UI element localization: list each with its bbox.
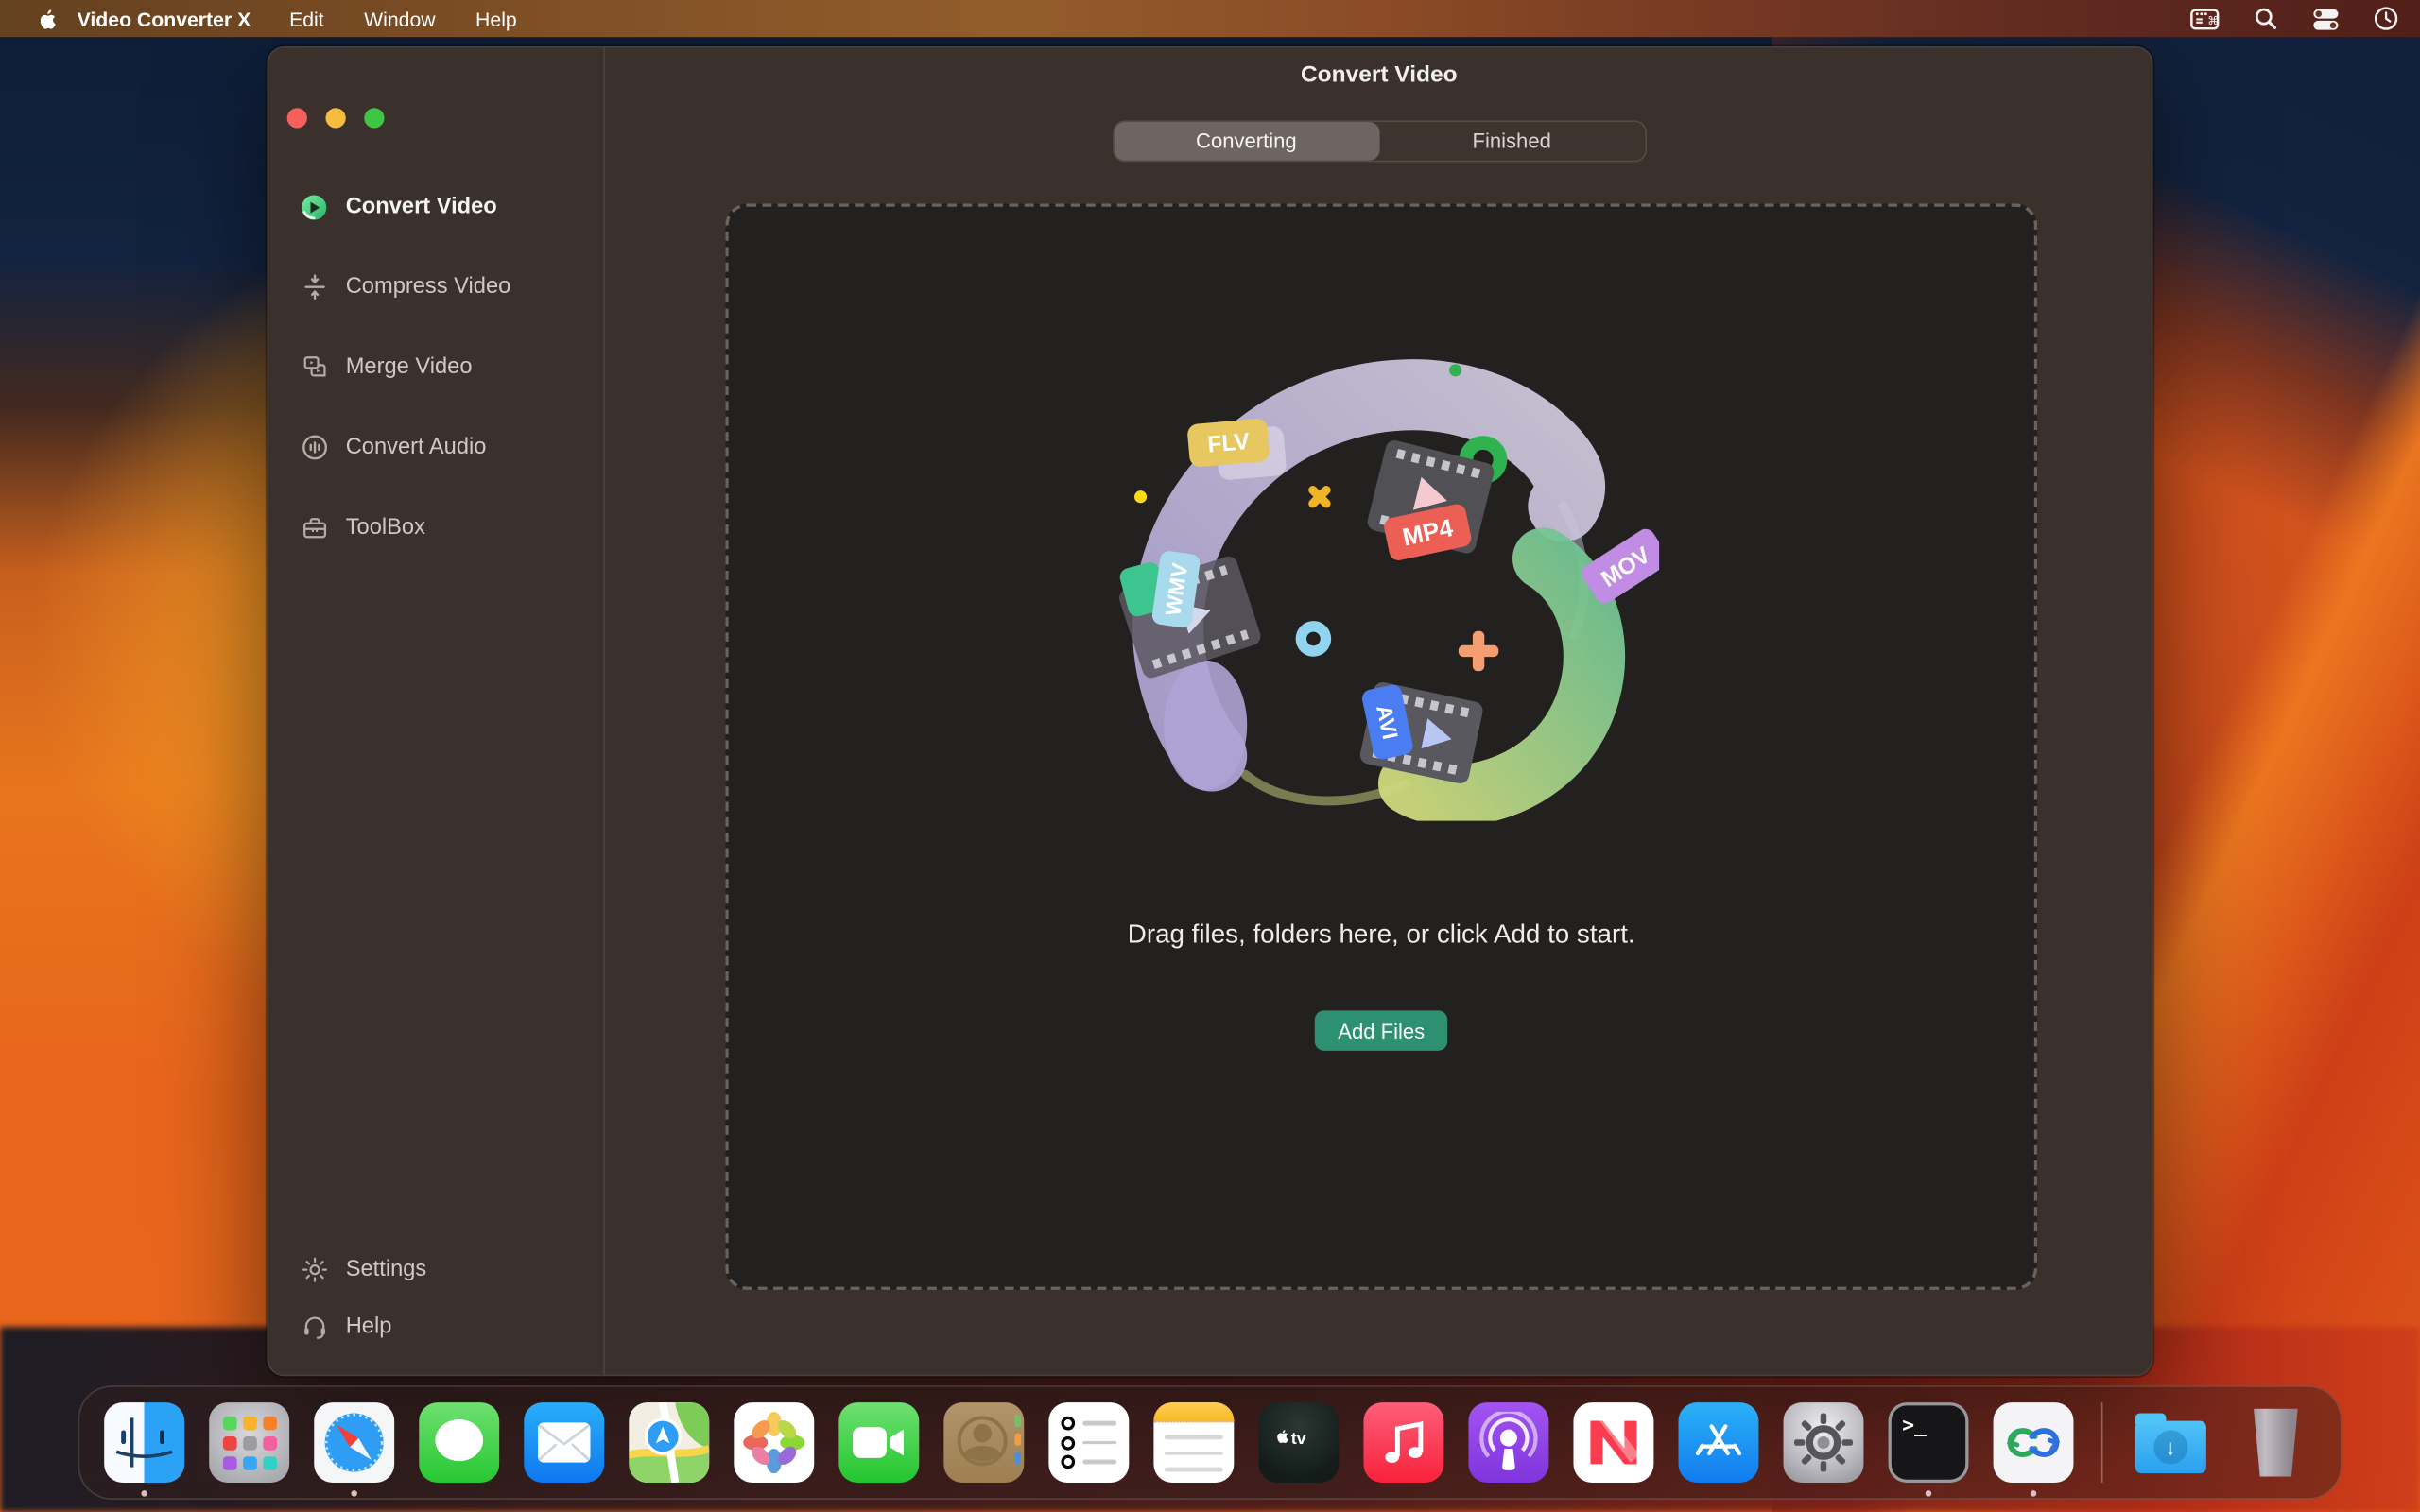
sidebar: Convert Video Compress Video <box>267 46 605 1376</box>
control-center-icon[interactable] <box>2312 7 2340 29</box>
sidebar-item-label: Merge Video <box>346 355 473 380</box>
sidebar-item-label: Settings <box>346 1257 427 1281</box>
keyboard-viewer-icon[interactable]: ⌘ <box>2190 7 2220 29</box>
dock-news-icon[interactable] <box>1573 1402 1653 1483</box>
sidebar-item-convert-video[interactable]: Convert Video <box>267 178 603 236</box>
dock-messages-icon[interactable] <box>419 1402 499 1483</box>
dock-notes-icon[interactable] <box>1153 1402 1234 1483</box>
clock-icon[interactable] <box>2374 7 2398 31</box>
svg-text:tv: tv <box>1291 1429 1306 1448</box>
tab-finished[interactable]: Finished <box>1379 122 1645 161</box>
gear-icon <box>300 1254 329 1283</box>
merge-video-icon <box>300 352 329 382</box>
desktop: Video Converter X Edit Window Help ⌘ <box>0 0 2420 1512</box>
dock-terminal-icon[interactable]: >_ <box>1889 1402 1969 1483</box>
dock-maps-icon[interactable] <box>629 1402 709 1483</box>
dock-downloads-icon[interactable]: ↓ <box>2131 1402 2211 1483</box>
dock-contacts-icon[interactable] <box>943 1402 1024 1483</box>
dock-separator <box>2101 1402 2103 1483</box>
sidebar-item-label: Convert Video <box>346 195 497 219</box>
dock-mail-icon[interactable] <box>524 1402 604 1483</box>
sidebar-item-settings[interactable]: Settings <box>267 1241 603 1297</box>
sidebar-item-label: Compress Video <box>346 275 511 300</box>
svg-text:⌘: ⌘ <box>2207 13 2219 26</box>
dock-settings-icon[interactable] <box>1784 1402 1864 1483</box>
dock-finder-icon[interactable] <box>104 1402 184 1483</box>
sidebar-footer: Settings Help <box>267 1241 603 1355</box>
sidebar-item-label: Help <box>346 1314 392 1338</box>
headset-icon <box>300 1312 329 1341</box>
orange-plus <box>1459 631 1498 671</box>
dock-trash-icon[interactable] <box>2236 1402 2316 1483</box>
green-dot <box>1449 364 1461 376</box>
dock-podcasts-icon[interactable] <box>1468 1402 1548 1483</box>
dock-facetime-icon[interactable] <box>838 1402 919 1483</box>
svg-text:FLV: FLV <box>1206 429 1251 458</box>
zoom-button[interactable] <box>364 108 384 128</box>
sidebar-item-label: Convert Audio <box>346 435 487 459</box>
menu-edit[interactable]: Edit <box>289 7 324 29</box>
dock: tv <box>78 1385 2342 1500</box>
close-button[interactable] <box>287 108 307 128</box>
yellow-dot <box>1134 490 1147 503</box>
main-content: Convert Video Converting Finished <box>605 46 2153 1376</box>
minimize-button[interactable] <box>325 108 345 128</box>
converting-finished-tabs: Converting Finished <box>1112 120 1646 162</box>
dock-music-icon[interactable] <box>1363 1402 1443 1483</box>
dock-launchpad-icon[interactable] <box>209 1402 289 1483</box>
sidebar-item-label: ToolBox <box>346 515 425 540</box>
blue-ring <box>1301 627 1325 651</box>
sidebar-item-toolbox[interactable]: ToolBox <box>267 498 603 557</box>
compress-video-icon <box>300 272 329 301</box>
menu-bar: Video Converter X Edit Window Help ⌘ <box>0 0 2420 37</box>
dock-appstore-icon[interactable] <box>1679 1402 1759 1483</box>
convert-illustration: WMV FLV <box>1103 358 1659 821</box>
window-controls <box>287 108 385 128</box>
sidebar-item-compress-video[interactable]: Compress Video <box>267 258 603 317</box>
menu-window[interactable]: Window <box>364 7 436 29</box>
drop-hint-text: Drag files, folders here, or click Add t… <box>729 919 2034 951</box>
sidebar-item-convert-audio[interactable]: Convert Audio <box>267 418 603 476</box>
dock-video-converter-x-icon[interactable] <box>1994 1402 2074 1483</box>
menu-help[interactable]: Help <box>475 7 517 29</box>
sidebar-item-merge-video[interactable]: Merge Video <box>267 338 603 397</box>
dock-tv-icon[interactable]: tv <box>1258 1402 1339 1483</box>
convert-video-icon <box>300 192 329 221</box>
dock-reminders-icon[interactable] <box>1048 1402 1129 1483</box>
sidebar-item-help[interactable]: Help <box>267 1297 603 1354</box>
app-window: Convert Video Compress Video <box>267 46 2152 1376</box>
yellow-x <box>1300 477 1340 517</box>
spotlight-search-icon[interactable] <box>2254 7 2278 31</box>
file-drop-zone[interactable]: WMV FLV <box>725 204 2037 1290</box>
tab-converting[interactable]: Converting <box>1114 122 1379 161</box>
add-files-button[interactable]: Add Files <box>1315 1010 1448 1050</box>
dock-safari-icon[interactable] <box>314 1402 394 1483</box>
apple-icon <box>33 6 56 32</box>
convert-audio-icon <box>300 433 329 462</box>
dock-photos-icon[interactable] <box>734 1402 814 1483</box>
apple-menu[interactable] <box>22 6 68 32</box>
toolbox-icon <box>300 513 329 542</box>
window-title: Convert Video <box>605 61 2153 88</box>
menubar-app-name[interactable]: Video Converter X <box>78 7 251 29</box>
